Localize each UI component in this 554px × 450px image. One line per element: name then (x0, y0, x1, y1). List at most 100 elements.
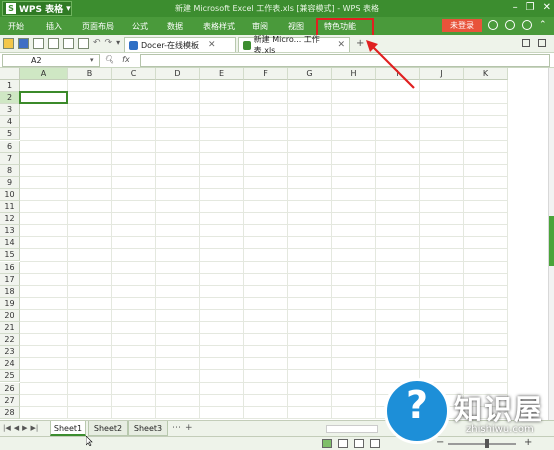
help-icon[interactable] (522, 20, 532, 30)
row-header-4[interactable]: 4 (0, 116, 20, 129)
column-header-j[interactable]: J (420, 68, 464, 80)
menu-item-start[interactable]: 开始 (8, 21, 24, 32)
row-header-28[interactable]: 28 (0, 406, 20, 419)
feedback-icon[interactable] (505, 20, 515, 30)
row-gridline (20, 151, 508, 153)
column-header-a[interactable]: A (20, 68, 68, 80)
row-header-2[interactable]: 2 (0, 92, 20, 105)
menu-item-insert[interactable]: 插入 (46, 21, 62, 32)
export-pdf-icon[interactable] (33, 38, 44, 49)
customize-toolbar-icon[interactable]: ▾ (116, 38, 120, 49)
menu-item-review[interactable]: 审阅 (252, 21, 268, 32)
row-gridline (20, 91, 508, 93)
undo-icon[interactable]: ↶ (93, 38, 101, 49)
row-header-11[interactable]: 11 (0, 201, 20, 214)
column-header-g[interactable]: G (288, 68, 332, 80)
row-header-1[interactable]: 1 (0, 80, 20, 93)
last-sheet-icon[interactable]: ▶| (31, 424, 39, 432)
skin-icon[interactable] (488, 20, 498, 30)
watermark-logo-icon: ? (384, 378, 450, 444)
tab-list-icon[interactable] (522, 39, 530, 47)
login-button[interactable]: 未登录 (442, 19, 482, 32)
fx-icon[interactable]: fx (122, 55, 130, 64)
row-header-5[interactable]: 5 (0, 128, 20, 141)
print-icon[interactable] (48, 38, 59, 49)
close-icon[interactable]: ✕ (337, 40, 345, 50)
row-header-15[interactable]: 15 (0, 249, 20, 262)
more-sheets-icon[interactable]: ⋯ (172, 423, 181, 433)
sheet-tab-1[interactable]: Sheet1 (50, 421, 86, 436)
column-header-d[interactable]: D (156, 68, 200, 80)
window-mode-icon[interactable] (538, 39, 546, 47)
print-preview-icon[interactable] (63, 38, 74, 49)
prev-sheet-icon[interactable]: ◀ (14, 424, 19, 432)
row-header-19[interactable]: 19 (0, 297, 20, 310)
open-icon[interactable] (3, 38, 14, 49)
row-header-22[interactable]: 22 (0, 334, 20, 347)
menu-item-page-layout[interactable]: 页面布局 (82, 21, 114, 32)
formula-input[interactable] (140, 54, 550, 67)
column-header-c[interactable]: C (112, 68, 156, 80)
minimize-icon[interactable]: – (513, 2, 518, 13)
add-sheet-icon[interactable]: + (185, 423, 193, 433)
first-sheet-icon[interactable]: |◀ (3, 424, 11, 432)
vertical-scrollbar[interactable] (548, 68, 554, 420)
next-sheet-icon[interactable]: ▶ (22, 424, 27, 432)
row-header-12[interactable]: 12 (0, 213, 20, 226)
row-header-16[interactable]: 16 (0, 261, 20, 274)
sheet-tab-2[interactable]: Sheet2 (88, 421, 128, 436)
column-header-b[interactable]: B (68, 68, 112, 80)
restore-icon[interactable]: ❐ (526, 2, 535, 13)
menu-item-table-style[interactable]: 表格样式 (203, 21, 235, 32)
page-break-view-icon[interactable] (338, 439, 348, 448)
menu-item-view[interactable]: 视图 (288, 21, 304, 32)
save-icon[interactable] (18, 38, 29, 49)
select-all-corner[interactable] (0, 68, 20, 80)
row-header-13[interactable]: 13 (0, 225, 20, 238)
menu-item-data[interactable]: 数据 (167, 21, 183, 32)
redo-icon[interactable]: ↷ (105, 38, 113, 49)
close-icon[interactable]: ✕ (208, 40, 216, 50)
zoom-formula-icon[interactable]: 🔍︎ (104, 55, 114, 64)
tab-docer[interactable]: Docer-在线模板 ✕ (124, 37, 236, 52)
read-mode-icon[interactable] (354, 439, 364, 448)
sheet-tab-3[interactable]: Sheet3 (128, 421, 168, 436)
row-header-8[interactable]: 8 (0, 164, 20, 177)
collapse-ribbon-icon[interactable]: ⌃ (539, 20, 547, 30)
column-header-e[interactable]: E (200, 68, 244, 80)
row-header-9[interactable]: 9 (0, 176, 20, 189)
row-header-26[interactable]: 26 (0, 382, 20, 395)
row-header-3[interactable]: 3 (0, 104, 20, 117)
row-header-27[interactable]: 27 (0, 394, 20, 407)
name-box[interactable]: A2 (2, 54, 100, 67)
row-header-21[interactable]: 21 (0, 322, 20, 335)
format-painter-icon[interactable] (78, 38, 89, 49)
row-header-23[interactable]: 23 (0, 346, 20, 359)
column-gridline (287, 80, 288, 419)
row-header-10[interactable]: 10 (0, 188, 20, 201)
column-gridline (111, 80, 112, 419)
spreadsheet-grid[interactable]: A B C D E F G H I J K 1 2 3 4 5 6 7 8 9 10 11 12 13 14 15 16 17 18 19… (0, 68, 548, 420)
row-header-6[interactable]: 6 (0, 140, 20, 153)
row-header-24[interactable]: 24 (0, 358, 20, 371)
eye-protection-icon[interactable] (370, 439, 380, 448)
close-icon[interactable]: ✕ (543, 2, 551, 13)
annotation-arrow (366, 40, 415, 89)
column-header-f[interactable]: F (244, 68, 288, 80)
row-header-14[interactable]: 14 (0, 237, 20, 250)
row-header-20[interactable]: 20 (0, 309, 20, 322)
column-header-k[interactable]: K (464, 68, 508, 80)
active-cell[interactable] (19, 91, 68, 105)
tab-workbook[interactable]: 新建 Micro... 工作表.xls ✕ (238, 35, 350, 55)
horizontal-scrollbar[interactable] (326, 425, 378, 433)
row-gridline (20, 357, 508, 359)
watermark: ? 知识屋 zhishiwu.com (384, 378, 554, 446)
row-header-7[interactable]: 7 (0, 152, 20, 165)
row-header-17[interactable]: 17 (0, 273, 20, 286)
normal-view-icon[interactable] (322, 439, 332, 448)
scrollbar-thumb[interactable] (549, 216, 554, 266)
row-header-25[interactable]: 25 (0, 370, 20, 383)
name-box-dropdown-icon[interactable]: ▾ (90, 56, 94, 64)
row-header-18[interactable]: 18 (0, 285, 20, 298)
menu-item-formulas[interactable]: 公式 (132, 21, 148, 32)
